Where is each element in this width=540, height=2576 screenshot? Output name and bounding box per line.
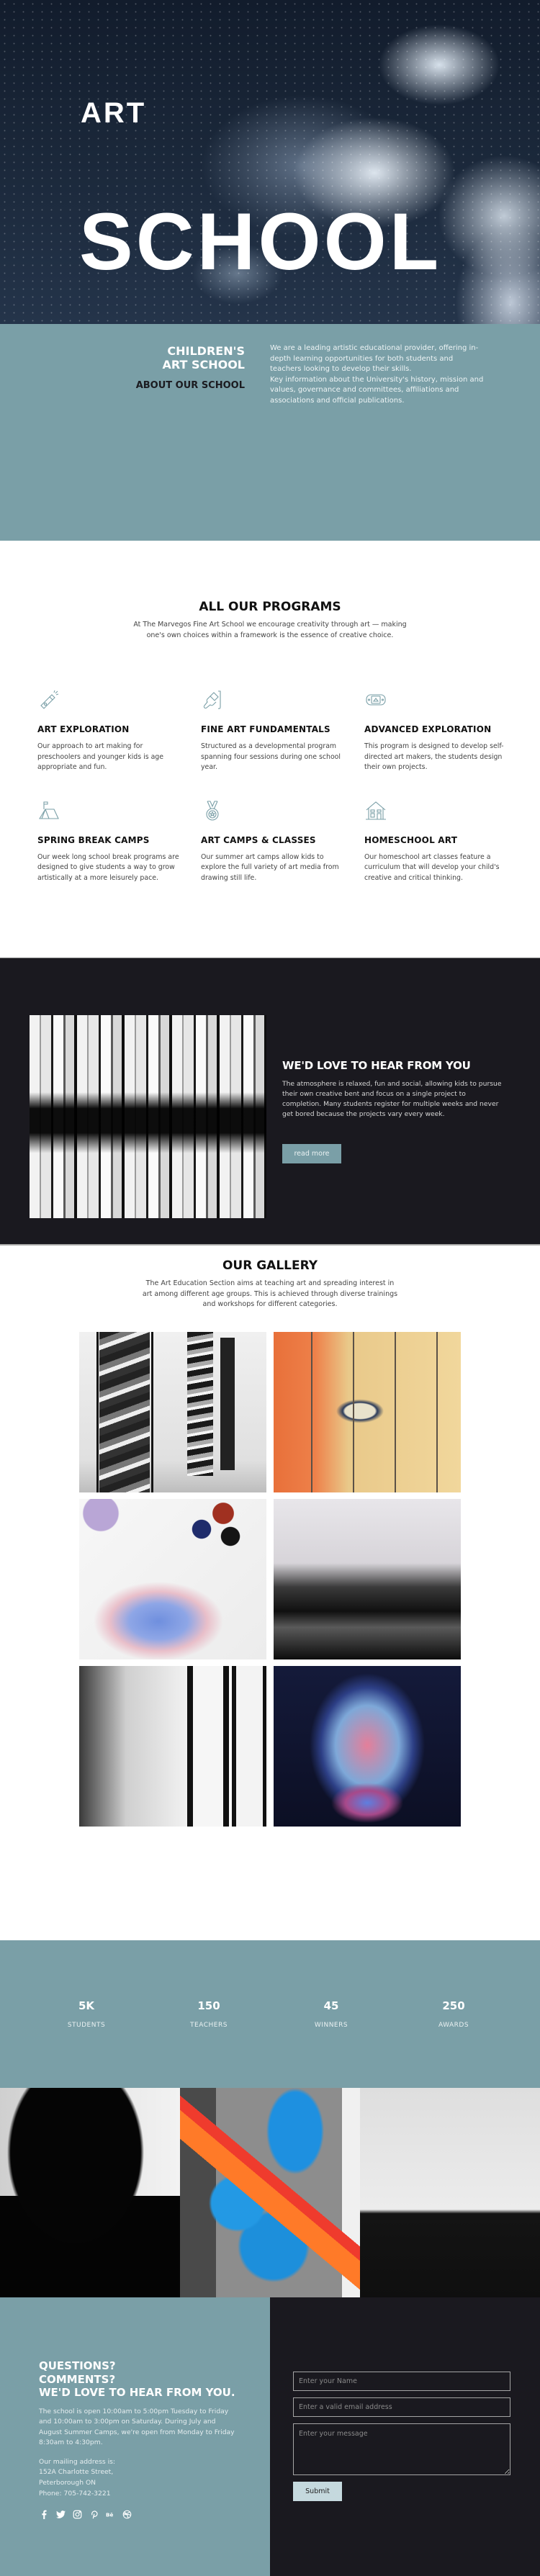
house-icon xyxy=(364,799,387,822)
gallery-description: The Art Education Section aims at teachi… xyxy=(142,1279,398,1308)
program-description: Our week long school break programs are … xyxy=(37,852,179,882)
stat-teachers: 150 TEACHERS xyxy=(166,1999,252,2029)
program-description: Structured as a developmental program sp… xyxy=(201,742,341,771)
about-paragraph-2: Key information about the University's h… xyxy=(270,375,484,405)
twitter-icon[interactable] xyxy=(55,2509,66,2519)
opening-hours: The school is open 10:00am to 5:00pm Tue… xyxy=(39,2407,235,2447)
program-name: FINE ART FUNDAMENTALS xyxy=(201,724,330,734)
hero-title-large: SCHOOL xyxy=(79,197,442,287)
social-links: Bē xyxy=(39,2509,270,2519)
program-name: ART EXPLORATION xyxy=(37,724,130,734)
name-input[interactable] xyxy=(293,2372,510,2391)
landscape-photo xyxy=(360,2088,540,2297)
program-card: ADVANCED EXPLORATION This program is des… xyxy=(364,688,508,773)
footer-title-line3: WE'D LOVE TO HEAR FROM YOU. xyxy=(39,2386,235,2399)
stat-winners: 45 WINNERS xyxy=(288,1999,374,2029)
gallery-grid xyxy=(79,1332,461,1827)
hero-title-small: ART xyxy=(81,97,147,129)
teaser-title: WE'D LOVE TO HEAR FROM YOU xyxy=(282,1059,471,1072)
about-paragraph-1: We are a leading artistic educational pr… xyxy=(270,344,479,374)
about-title-line1: CHILDREN'S xyxy=(167,344,245,358)
contact-form-panel: Submit xyxy=(270,2297,540,2576)
flashlight-icon xyxy=(37,688,60,711)
program-name: ADVANCED EXPLORATION xyxy=(364,724,492,734)
photo-strip xyxy=(0,2088,540,2297)
tent-icon xyxy=(37,799,60,822)
stat-value: 250 xyxy=(442,1999,465,2012)
about-title-line2: ART SCHOOL xyxy=(162,358,245,371)
footer-title-line1: QUESTIONS? xyxy=(39,2359,116,2372)
gallery-abstract-black-white[interactable] xyxy=(274,1499,461,1659)
about-text: We are a leading artistic educational pr… xyxy=(270,343,486,407)
gallery-watercolor-palette[interactable] xyxy=(79,1499,266,1659)
gallery-butterfly-face[interactable] xyxy=(274,1666,461,1827)
program-description: Our approach to art making for preschool… xyxy=(37,742,164,771)
stat-students: 5K STUDENTS xyxy=(43,1999,130,2029)
instagram-icon[interactable] xyxy=(72,2509,82,2519)
stat-label: WINNERS xyxy=(314,2022,348,2029)
facebook-icon[interactable] xyxy=(39,2509,49,2519)
program-card: FINE ART FUNDAMENTALS Structured as a de… xyxy=(201,688,345,773)
books-image xyxy=(30,1015,266,1218)
program-card: HOMESCHOOL ART Our homeschool art classe… xyxy=(364,799,508,884)
gallery-title: OUR GALLERY xyxy=(222,1258,318,1273)
program-name: HOMESCHOOL ART xyxy=(364,834,458,845)
footer-title: QUESTIONS? COMMENTS? WE'D LOVE TO HEAR F… xyxy=(39,2359,262,2400)
about-title: CHILDREN'S ART SCHOOL xyxy=(58,344,245,371)
svg-text:Bē: Bē xyxy=(106,2511,114,2518)
program-card: SPRING BREAK CAMPS Our week long school … xyxy=(37,799,181,884)
game-console-icon xyxy=(364,688,387,711)
stat-label: TEACHERS xyxy=(190,2022,228,2029)
contact-teaser-section: WE'D LOVE TO HEAR FROM YOU The atmospher… xyxy=(0,958,540,1246)
submit-button[interactable]: Submit xyxy=(293,2482,342,2501)
stat-awards: 250 AWARDS xyxy=(410,1999,497,2029)
teaser-text: The atmosphere is relaxed, fun and socia… xyxy=(282,1080,502,1118)
stat-label: STUDENTS xyxy=(67,2022,106,2029)
abstract-paint-photo xyxy=(180,2088,360,2297)
about-heading-block: CHILDREN'S ART SCHOOL ABOUT OUR SCHOOL xyxy=(58,344,245,391)
stat-value: 45 xyxy=(323,1999,339,2012)
address-line1: 152A Charlotte Street, xyxy=(39,2468,114,2477)
silhouette-photo xyxy=(0,2088,180,2297)
about-section: CHILDREN'S ART SCHOOL ABOUT OUR SCHOOL W… xyxy=(0,324,540,541)
stats-section: 5K STUDENTS 150 TEACHERS 45 WINNERS 250 … xyxy=(0,1940,540,2088)
pinterest-icon[interactable] xyxy=(89,2509,99,2519)
stat-label: AWARDS xyxy=(438,2022,469,2029)
hero-section: ART SCHOOL xyxy=(0,0,540,324)
contact-form: Submit xyxy=(293,2372,510,2501)
gallery-frames-hallway[interactable] xyxy=(79,1666,266,1827)
behance-icon[interactable]: Bē xyxy=(105,2509,115,2519)
gallery-painted-eye-fence[interactable] xyxy=(274,1332,461,1492)
teaser-content: WE'D LOVE TO HEAR FROM YOU The atmospher… xyxy=(282,1059,505,1163)
programs-grid: ART EXPLORATION Our approach to art maki… xyxy=(37,688,527,883)
mailing-address: Our mailing address is: 152A Charlotte S… xyxy=(39,2457,270,2499)
program-description: Our summer art camps allow kids to explo… xyxy=(201,852,339,882)
program-name: ART CAMPS & CLASSES xyxy=(201,834,316,845)
about-subtitle: ABOUT OUR SCHOOL xyxy=(135,380,245,391)
gallery-black-white-frames[interactable] xyxy=(79,1332,266,1492)
program-description: Our homeschool art classes feature a cur… xyxy=(364,852,500,882)
footer-info: QUESTIONS? COMMENTS? WE'D LOVE TO HEAR F… xyxy=(0,2297,270,2576)
address-line2: Peterborough ON xyxy=(39,2479,96,2487)
programs-section: ALL OUR PROGRAMS At The Marvegos Fine Ar… xyxy=(0,541,540,958)
stat-value: 150 xyxy=(197,1999,220,2012)
program-description: This program is designed to develop self… xyxy=(364,742,504,771)
email-input[interactable] xyxy=(293,2397,510,2417)
program-card: ART CAMPS & CLASSES Our summer art camps… xyxy=(201,799,345,884)
program-card: ART EXPLORATION Our approach to art maki… xyxy=(37,688,181,773)
message-textarea[interactable] xyxy=(293,2423,510,2475)
gallery-section: OUR GALLERY The Art Education Section ai… xyxy=(0,1246,540,1940)
programs-title: ALL OUR PROGRAMS xyxy=(199,600,341,614)
footer-title-line2: COMMENTS? xyxy=(39,2372,116,2386)
footer-section: QUESTIONS? COMMENTS? WE'D LOVE TO HEAR F… xyxy=(0,2297,540,2576)
address-label: Our mailing address is: xyxy=(39,2457,116,2466)
medal-icon xyxy=(201,799,224,822)
read-more-button[interactable]: read more xyxy=(282,1144,341,1163)
programs-description: At The Marvegos Fine Art School we encou… xyxy=(133,621,407,639)
program-name: SPRING BREAK CAMPS xyxy=(37,834,150,845)
paint-brush-icon xyxy=(201,688,224,711)
dribbble-icon[interactable] xyxy=(122,2509,132,2519)
phone-number: Phone: 705-742-3221 xyxy=(39,2489,111,2498)
stat-value: 5K xyxy=(78,1999,95,2012)
